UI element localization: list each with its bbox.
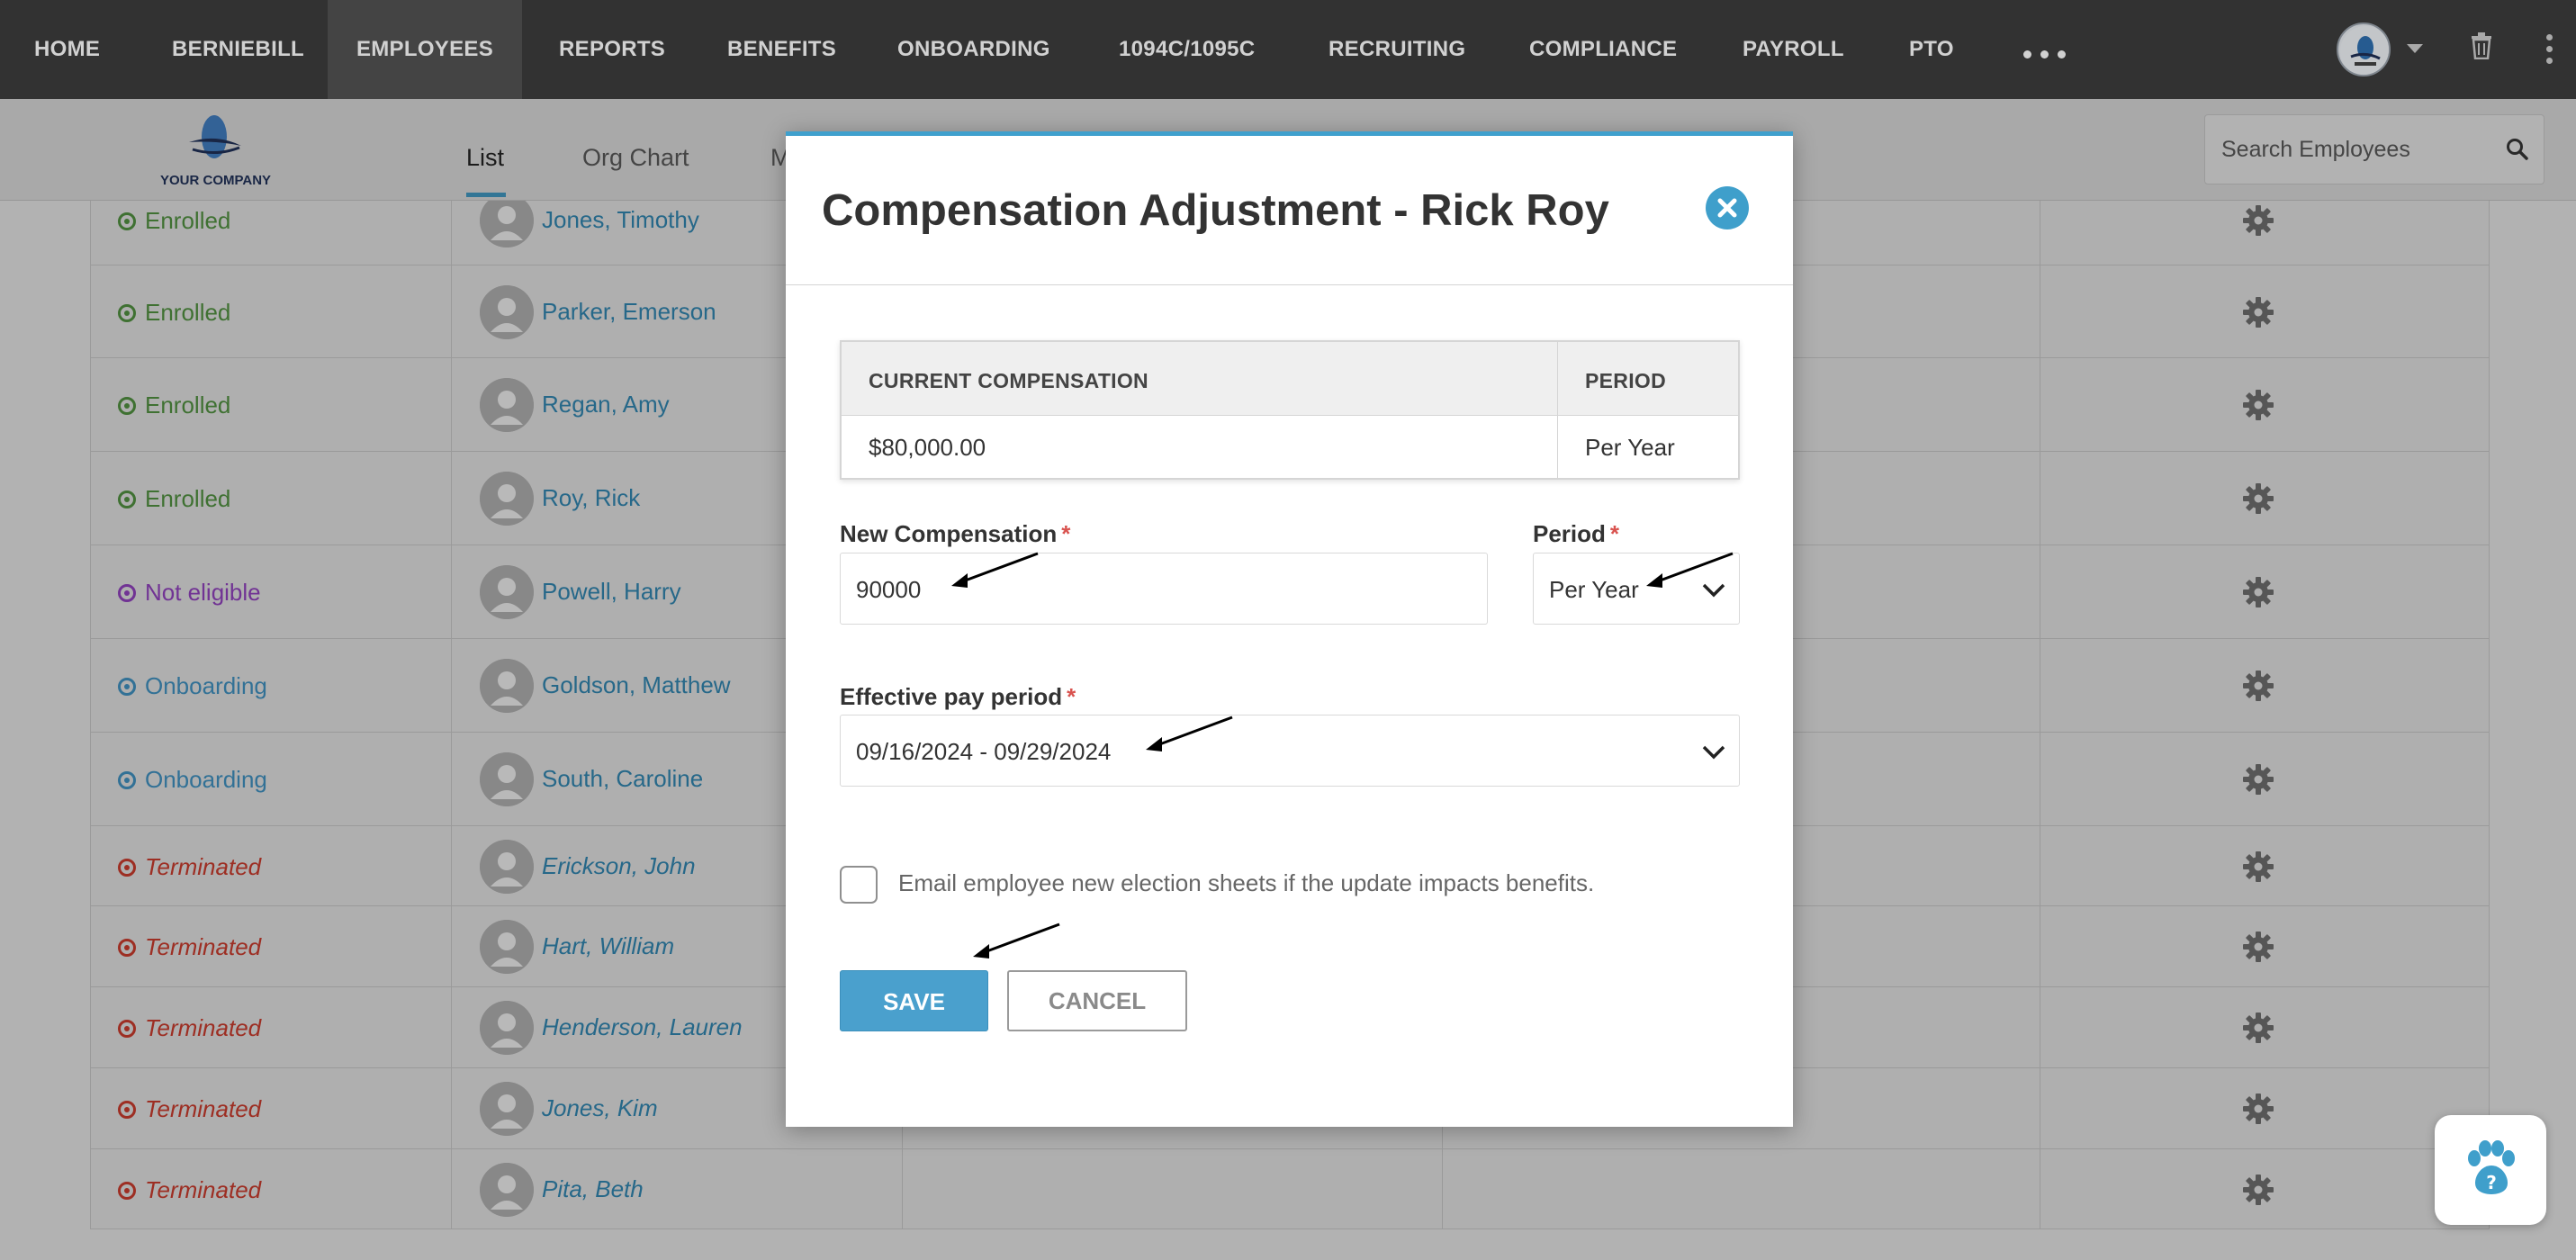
table-row: $80,000.00 Per Year (842, 416, 1738, 478)
svg-text:?: ? (2486, 1172, 2497, 1193)
new-compensation-value: 90000 (856, 576, 922, 603)
email-election-sheets-label: Email employee new election sheets if th… (898, 869, 1595, 896)
current-compensation-table: CURRENT COMPENSATION PERIOD $80,000.00 P… (840, 340, 1740, 480)
required-marker: * (1609, 520, 1620, 547)
new-compensation-label-text: New Compensation (840, 520, 1058, 547)
chevron-down-icon (1701, 744, 1726, 765)
table-header-row: CURRENT COMPENSATION PERIOD (842, 342, 1738, 416)
annotation-arrow (1146, 716, 1233, 752)
new-compensation-input[interactable]: 90000 (840, 553, 1488, 625)
modal-title: Compensation Adjustment - Rick Roy (822, 186, 1609, 235)
column-divider (1557, 342, 1558, 478)
period-header: PERIOD (1585, 369, 1666, 392)
email-election-sheets-checkbox[interactable] (840, 866, 878, 904)
effective-pay-period-select[interactable]: 09/16/2024 - 09/29/2024 (840, 715, 1740, 787)
effective-pay-period-label: Effective pay period * (840, 683, 1076, 711)
current-compensation-header: CURRENT COMPENSATION (869, 369, 1148, 392)
modal-divider (786, 284, 1793, 285)
effective-pay-period-value: 09/16/2024 - 09/29/2024 (856, 738, 1112, 765)
help-widget-button[interactable]: ? (2435, 1115, 2546, 1225)
period-label: Period * (1533, 520, 1619, 548)
cancel-button[interactable]: CANCEL (1007, 970, 1187, 1031)
close-icon[interactable] (1706, 186, 1749, 230)
annotation-arrow (973, 922, 1060, 958)
required-marker: * (1061, 520, 1071, 547)
compensation-adjustment-modal: Compensation Adjustment - Rick Roy CURRE… (786, 131, 1793, 1127)
current-period-value: Per Year (1585, 434, 1675, 461)
annotation-arrow (951, 552, 1039, 588)
effective-pay-period-label-text: Effective pay period (840, 683, 1063, 710)
period-label-text: Period (1533, 520, 1606, 547)
new-compensation-label: New Compensation * (840, 520, 1070, 548)
required-marker: * (1067, 683, 1076, 710)
annotation-arrow (1646, 552, 1734, 588)
current-compensation-value: $80,000.00 (869, 434, 986, 461)
save-button[interactable]: SAVE (840, 970, 988, 1031)
paw-help-icon: ? (2468, 1140, 2515, 1194)
period-select-value: Per Year (1549, 576, 1639, 603)
